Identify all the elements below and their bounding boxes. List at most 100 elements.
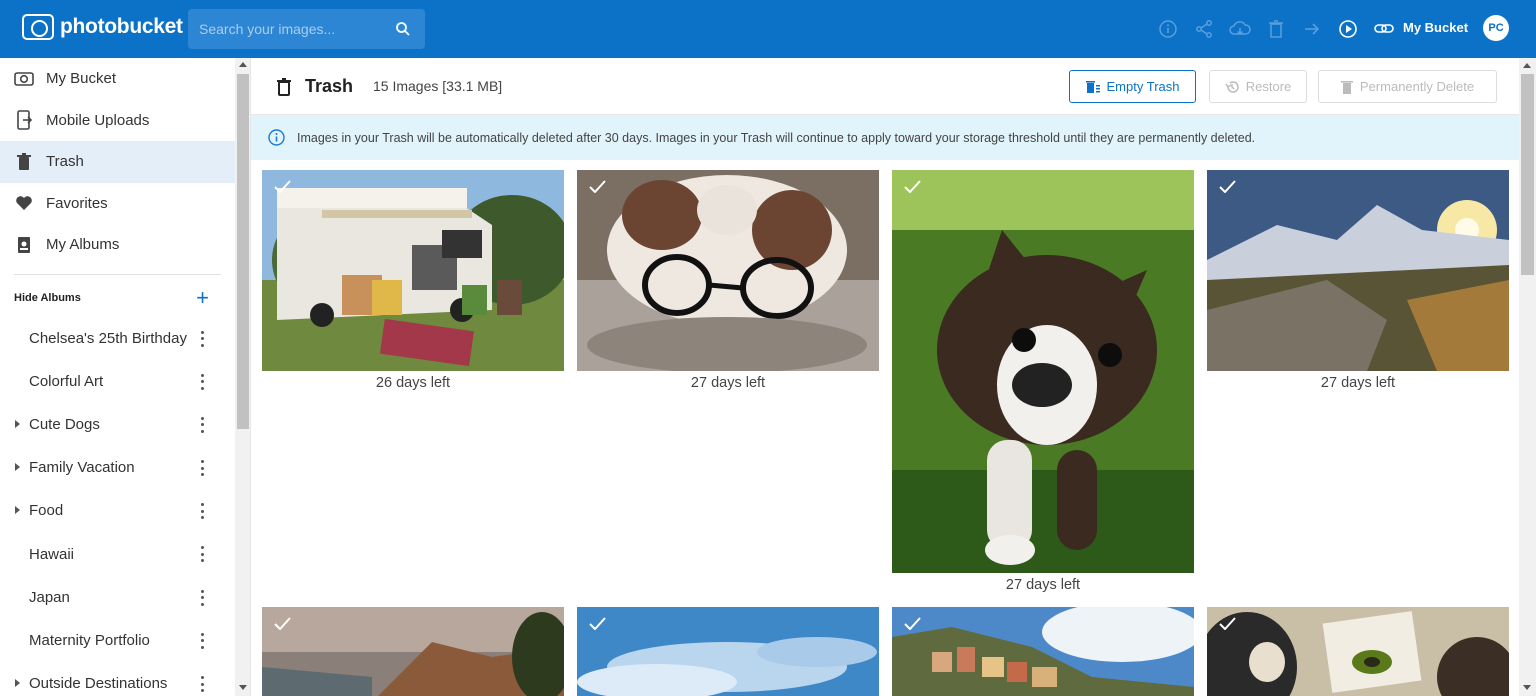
my-bucket-link[interactable]: My Bucket xyxy=(1403,20,1468,35)
user-avatar[interactable]: PC xyxy=(1483,15,1509,41)
check-icon[interactable] xyxy=(589,180,606,193)
more-options-icon[interactable] xyxy=(199,416,205,433)
top-bar: photobucket My Bucket PC xyxy=(0,0,1536,58)
expand-caret-icon[interactable] xyxy=(15,419,20,428)
album-item[interactable]: Maternity Portfolio xyxy=(0,619,235,662)
sidebar-item-my-bucket[interactable]: My Bucket xyxy=(0,58,235,100)
sidebar-item-my-albums[interactable]: My Albums xyxy=(0,224,235,266)
check-icon[interactable] xyxy=(274,617,291,630)
sidebar-scrollbar[interactable] xyxy=(235,58,251,696)
album-item[interactable]: Chelsea's 25th Birthday xyxy=(0,317,235,360)
album-name: Colorful Art xyxy=(29,372,104,390)
days-left-label: 26 days left xyxy=(375,375,451,391)
album-list: Chelsea's 25th Birthday Colorful Art Cute … xyxy=(0,317,235,696)
more-options-icon[interactable] xyxy=(199,589,205,606)
trash-notice-banner: Images in your Trash will be automatical… xyxy=(251,115,1519,160)
scroll-down-arrow-icon[interactable] xyxy=(1523,685,1531,690)
more-options-icon[interactable] xyxy=(199,460,205,477)
album-item[interactable]: Food xyxy=(0,489,235,532)
sidebar-item-favorites[interactable]: Favorites xyxy=(0,183,235,225)
link-icon[interactable] xyxy=(1366,17,1402,41)
search-box xyxy=(188,9,425,49)
check-icon[interactable] xyxy=(1219,617,1236,630)
hide-albums-toggle[interactable]: Hide Albums xyxy=(14,292,81,304)
image-thumbnail[interactable] xyxy=(577,607,879,696)
scrollbar-thumb[interactable] xyxy=(1521,74,1534,275)
check-icon[interactable] xyxy=(274,180,291,193)
days-left-label: 27 days left xyxy=(1320,375,1396,391)
image-thumbnail[interactable] xyxy=(262,607,564,696)
cloud-download-icon[interactable] xyxy=(1222,17,1258,41)
image-count: 15 Images [33.1 MB] xyxy=(373,78,503,94)
expand-caret-icon[interactable] xyxy=(15,506,20,515)
image-thumbnail[interactable] xyxy=(892,607,1194,696)
album-item[interactable]: Family Vacation xyxy=(0,446,235,489)
check-icon[interactable] xyxy=(589,617,606,630)
image-thumbnail[interactable] xyxy=(1207,170,1509,371)
restore-label: Restore xyxy=(1245,79,1292,94)
more-options-icon[interactable] xyxy=(199,632,205,649)
more-options-icon[interactable] xyxy=(199,676,205,692)
album-name: Maternity Portfolio xyxy=(29,631,150,649)
check-icon[interactable] xyxy=(904,180,921,193)
move-arrow-icon[interactable] xyxy=(1294,17,1330,41)
toolbar-icons xyxy=(1150,17,1402,41)
scroll-up-arrow-icon[interactable] xyxy=(239,62,247,67)
sidebar-item-mobile-uploads[interactable]: Mobile Uploads xyxy=(0,100,235,142)
albums-icon xyxy=(14,235,34,255)
check-icon[interactable] xyxy=(904,617,921,630)
empty-trash-icon xyxy=(1085,80,1100,93)
search-input[interactable] xyxy=(199,21,389,37)
sidebar: My Bucket Mobile Uploads Trash Favorites… xyxy=(0,58,235,696)
album-name: Cute Dogs xyxy=(29,415,100,433)
photobucket-logo[interactable]: photobucket xyxy=(22,14,183,40)
album-item[interactable]: Cute Dogs xyxy=(0,403,235,446)
album-item[interactable]: Japan xyxy=(0,576,235,619)
sidebar-item-label: Trash xyxy=(46,153,84,171)
check-icon[interactable] xyxy=(1219,180,1236,193)
notice-text: Images in your Trash will be automatical… xyxy=(297,130,1256,145)
sidebar-item-label: Favorites xyxy=(46,194,108,212)
expand-caret-icon[interactable] xyxy=(15,679,20,687)
empty-trash-button[interactable]: Empty Trash xyxy=(1069,70,1196,103)
page-title: Trash xyxy=(305,76,354,96)
permanently-delete-button[interactable]: Permanently Delete xyxy=(1318,70,1497,103)
info-icon[interactable] xyxy=(1150,17,1186,41)
add-album-button[interactable]: + xyxy=(196,286,209,309)
album-name: Family Vacation xyxy=(29,459,135,477)
image-thumbnail[interactable] xyxy=(892,170,1194,573)
trash-icon[interactable] xyxy=(1258,17,1294,41)
restore-button[interactable]: Restore xyxy=(1209,70,1307,103)
search-icon[interactable] xyxy=(395,21,411,37)
album-item[interactable]: Outside Destinations xyxy=(0,662,235,696)
bucket-icon xyxy=(14,69,34,89)
scrollbar-thumb[interactable] xyxy=(237,74,249,429)
share-icon[interactable] xyxy=(1186,17,1222,41)
main-scrollbar[interactable] xyxy=(1519,58,1536,696)
album-name: Outside Destinations xyxy=(29,675,168,693)
more-options-icon[interactable] xyxy=(199,503,205,520)
album-item[interactable]: Colorful Art xyxy=(0,360,235,403)
heart-icon xyxy=(14,193,34,213)
scroll-up-arrow-icon[interactable] xyxy=(1523,63,1531,68)
empty-trash-label: Empty Trash xyxy=(1106,79,1180,94)
expand-caret-icon[interactable] xyxy=(15,463,20,472)
sidebar-divider xyxy=(14,273,221,275)
album-name: Japan xyxy=(29,588,70,606)
play-icon[interactable] xyxy=(1330,17,1366,41)
image-thumbnail[interactable] xyxy=(577,170,879,371)
image-thumbnail[interactable] xyxy=(1207,607,1509,696)
scroll-down-arrow-icon[interactable] xyxy=(239,685,247,690)
more-options-icon[interactable] xyxy=(199,546,205,563)
image-thumbnail[interactable] xyxy=(262,170,564,371)
trash-icon xyxy=(277,78,291,96)
days-left-label: 27 days left xyxy=(690,375,766,391)
sidebar-item-label: My Albums xyxy=(46,236,120,254)
more-options-icon[interactable] xyxy=(199,373,205,390)
more-options-icon[interactable] xyxy=(199,330,205,347)
trash-header: Trash 15 Images [33.1 MB] Empty Trash Re… xyxy=(251,58,1519,115)
album-item[interactable]: Hawaii xyxy=(0,532,235,575)
sidebar-item-trash[interactable]: Trash xyxy=(0,141,235,183)
brand-name: photobucket xyxy=(60,15,183,38)
sidebar-item-label: Mobile Uploads xyxy=(46,111,150,129)
